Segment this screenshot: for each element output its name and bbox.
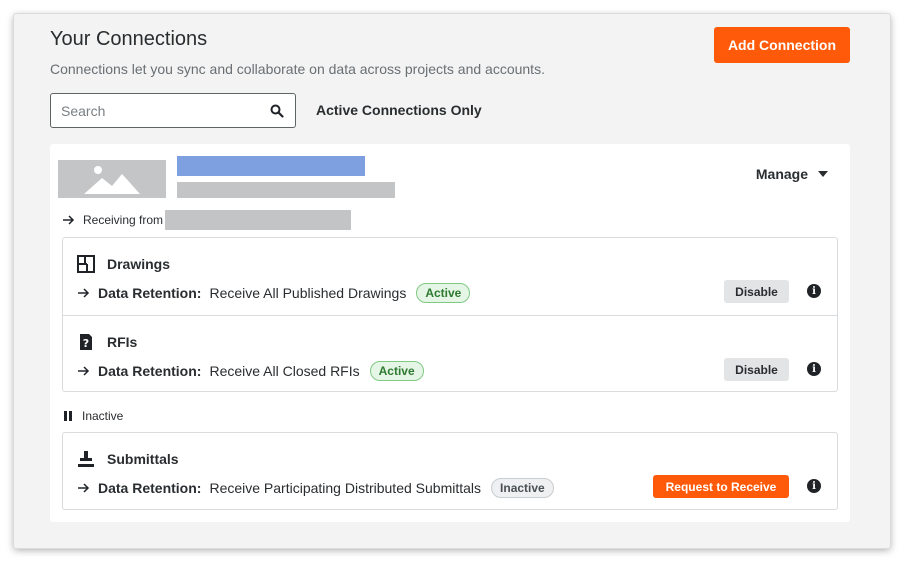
page-title: Your Connections — [50, 28, 208, 50]
receiving-from-label: Receiving from — [83, 213, 164, 227]
search-input[interactable] — [61, 102, 269, 119]
arrow-right-icon — [78, 288, 90, 298]
tool-row-submittals: Submittals Data Retention: Receive Parti… — [63, 433, 837, 510]
search-box — [50, 93, 296, 128]
request-to-receive-button[interactable]: Request to Receive — [653, 475, 789, 498]
connection-detail-placeholder — [177, 182, 395, 198]
tool-title: Drawings — [107, 256, 171, 272]
disable-rfis-button[interactable]: Disable — [724, 358, 789, 381]
image-placeholder-icon — [58, 160, 166, 198]
caret-down-icon — [818, 171, 828, 177]
tool-row-rfis: ? RFIs Data Retention: Receive All Close… — [63, 315, 837, 392]
data-retention-label: Data Retention: — [98, 480, 202, 496]
receiving-from-row: Receiving from — [62, 210, 352, 230]
arrow-right-icon — [78, 366, 90, 376]
pause-icon — [64, 411, 72, 421]
status-badge: Active — [369, 361, 424, 381]
data-retention-value: Receive All Closed RFIs — [209, 363, 360, 379]
tool-row-drawings: Drawings Data Retention: Receive All Pub… — [63, 238, 837, 315]
info-icon[interactable]: i — [807, 362, 821, 376]
submittals-icon — [78, 451, 94, 467]
info-icon[interactable]: i — [807, 284, 821, 298]
source-project-placeholder — [165, 210, 352, 230]
data-retention-value: Receive Participating Distributed Submit… — [209, 480, 482, 496]
manage-label: Manage — [755, 166, 808, 182]
connection-name-placeholder — [177, 156, 365, 176]
connection-card: Manage Receiving from Drawings Data Rete… — [50, 144, 850, 522]
rfi-icon: ? — [80, 334, 92, 350]
active-connections-only-filter[interactable]: Active Connections Only — [316, 102, 482, 118]
info-icon[interactable]: i — [807, 479, 821, 493]
disable-drawings-button[interactable]: Disable — [724, 280, 789, 303]
inactive-label: Inactive — [82, 409, 124, 423]
status-badge: Inactive — [491, 478, 554, 498]
tool-title: RFIs — [107, 334, 138, 350]
arrow-right-icon — [63, 215, 75, 225]
tool-title: Submittals — [107, 451, 179, 467]
svg-text:?: ? — [83, 337, 89, 350]
data-retention-label: Data Retention: — [98, 363, 202, 379]
connections-panel: Your Connections Connections let you syn… — [14, 14, 890, 548]
page-subtitle: Connections let you sync and collaborate… — [50, 61, 545, 77]
data-retention-label: Data Retention: — [98, 285, 202, 301]
status-badge: Active — [416, 283, 471, 303]
inactive-tools-group: Submittals Data Retention: Receive Parti… — [62, 432, 838, 510]
active-tools-group: Drawings Data Retention: Receive All Pub… — [62, 237, 838, 392]
inactive-section-label: Inactive — [64, 409, 123, 423]
connection-image-placeholder — [58, 160, 166, 198]
drawings-icon — [77, 255, 95, 273]
search-icon[interactable] — [269, 103, 285, 119]
manage-dropdown[interactable]: Manage — [756, 166, 828, 182]
arrow-right-icon — [78, 483, 90, 493]
add-connection-button[interactable]: Add Connection — [714, 27, 850, 63]
data-retention-value: Receive All Published Drawings — [209, 285, 407, 301]
